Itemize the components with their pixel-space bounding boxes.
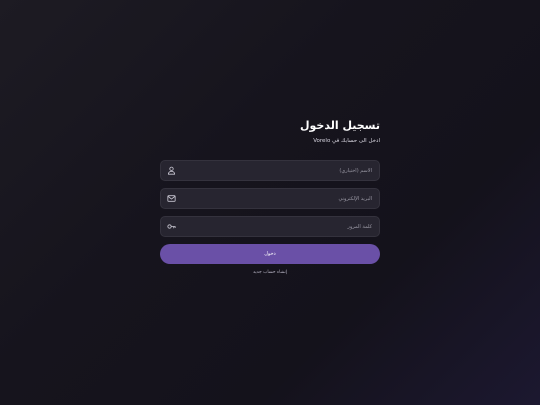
user-icon [167,166,176,175]
name-input[interactable]: الاسم (اختياري) [160,160,380,181]
email-input[interactable]: البريد الإلكتروني [160,188,380,209]
form-fields: الاسم (اختياري) البريد الإلكتروني كلمة ا… [160,160,380,237]
page-subtitle: ادخل الى حسابك في Vorelo [313,138,380,144]
page-title: تسجيل الدخول [299,119,380,132]
password-input[interactable]: كلمة المرور [160,216,380,237]
login-page: تسجيل الدخول ادخل الى حسابك في Vorelo ال… [0,0,540,405]
email-placeholder: البريد الإلكتروني [338,195,372,202]
password-placeholder: كلمة المرور [347,223,372,230]
name-placeholder: الاسم (اختياري) [339,167,372,174]
key-icon [167,222,176,231]
create-account-link[interactable]: إنشاء حساب جديد [160,270,380,275]
login-button[interactable]: دخول [160,244,380,264]
login-form: تسجيل الدخول ادخل الى حسابك في Vorelo ال… [160,118,380,275]
mail-icon [167,194,176,203]
